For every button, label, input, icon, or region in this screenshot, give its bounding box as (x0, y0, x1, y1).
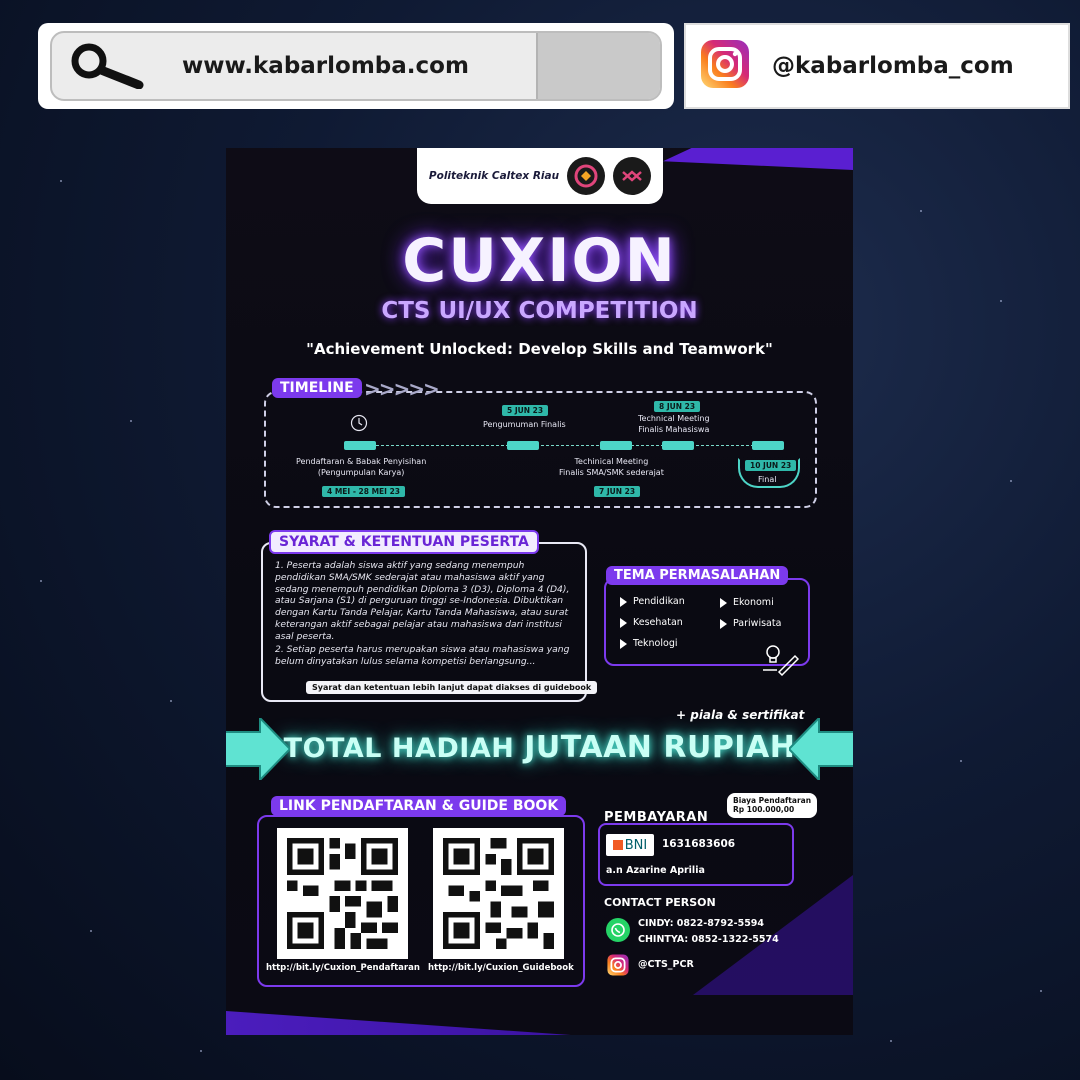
link-pendaftaran[interactable]: http://bit.ly/Cuxion_Pendaftaran (266, 963, 420, 973)
instagram-handle[interactable]: @kabarlomba_com (772, 53, 1014, 79)
play-bullet-icon (620, 617, 627, 628)
requirement-item: 1. Peserta adalah siswa aktif yang sedan… (275, 560, 570, 642)
lightbulb-pencil-icon (761, 642, 800, 680)
timeline-event-label: Pengumuman Finalis (483, 420, 566, 429)
timeline-date: 8 JUN 23 (654, 401, 701, 412)
account-number: 1631683606 (662, 838, 736, 850)
arrow-left-icon (787, 715, 853, 784)
qr-code-guidebook[interactable] (433, 828, 564, 959)
fee-badge: Biaya Pendaftaran Rp 100.000,00 (727, 793, 818, 818)
account-name: a.n Azarine Aprilia (606, 865, 705, 876)
timeline-date: 5 JUN 23 (502, 405, 549, 416)
theme-item: Teknologi (620, 638, 678, 649)
website-search-bar[interactable]: www.kabarlomba.com (38, 23, 674, 109)
timeline-track (346, 445, 784, 446)
payment-heading: PEMBAYARAN (604, 810, 709, 825)
requirements-note: Syarat dan ketentuan lebih lanjut dapat … (306, 681, 598, 694)
timeline-event-label: Pendaftaran & Babak Penyisihan (Pengumpu… (296, 457, 427, 477)
timeline-date: 4 MEI - 28 MEI 23 (322, 486, 406, 497)
clock-icon (350, 414, 368, 436)
links-heading: LINK PENDAFTARAN & GUIDE BOOK (271, 796, 567, 816)
chevron-arrows-icon: >>>>> (364, 377, 440, 401)
contact-instagram: @CTS_PCR (638, 959, 694, 970)
requirements-box: 1. Peserta adalah siswa aktif yang sedan… (261, 542, 587, 702)
timeline-event-label: Techinical Meeting Finalis SMA/SMK seder… (559, 457, 664, 477)
contact-heading: CONTACT PERSON (604, 896, 716, 909)
theme-item: Kesehatan (620, 617, 683, 628)
instagram-icon (607, 954, 629, 980)
bni-logo-icon: BNI (606, 834, 654, 856)
play-bullet-icon (720, 597, 727, 608)
search-field-frame: www.kabarlomba.com (50, 31, 662, 101)
requirements-heading: SYARAT & KETENTUAN PESERTA (269, 530, 539, 554)
event-tagline: "Achievement Unlocked: Develop Skills an… (306, 340, 773, 358)
theme-heading: TEMA PERMASALAHAN (606, 566, 789, 585)
prize-extra: + piala & sertifikat (676, 708, 805, 722)
cuxion-logo-icon (613, 157, 652, 195)
play-bullet-icon (620, 596, 627, 607)
search-button[interactable] (536, 33, 660, 99)
qr-code-pendaftaran[interactable] (277, 828, 408, 959)
timeline-marker (752, 441, 784, 450)
contact-person-2: CHINTYA: 0852-1322-5574 (638, 934, 779, 945)
instagram-bar[interactable]: @kabarlomba_com (684, 23, 1070, 109)
decor-shape (663, 148, 853, 170)
website-url[interactable]: www.kabarlomba.com (162, 53, 536, 79)
whatsapp-icon (606, 918, 630, 942)
timeline-marker (344, 441, 376, 450)
final-laurel-icon (738, 458, 800, 488)
theme-item: Pendidikan (620, 596, 685, 607)
magnifier-icon (52, 43, 162, 89)
competition-poster: Politeknik Caltex Riau CUXION CTS UI/UX … (226, 148, 853, 1035)
timeline-event-label: Technical Meeting Finalis Mahasiswa (638, 414, 710, 434)
timeline-date: 7 JUN 23 (594, 486, 641, 497)
institution-logo-strip: Politeknik Caltex Riau (417, 148, 663, 204)
event-subtitle: CTS UI/UX COMPETITION (381, 298, 698, 324)
decor-shape (226, 1011, 571, 1035)
institution-name: Politeknik Caltex Riau (428, 170, 560, 182)
theme-item: Pariwisata (720, 618, 781, 629)
theme-item: Ekonomi (720, 597, 774, 608)
instagram-icon (700, 39, 750, 93)
arrow-right-icon (226, 715, 292, 784)
link-guidebook[interactable]: http://bit.ly/Cuxion_Guidebook (428, 963, 574, 973)
timeline-marker (507, 441, 539, 450)
requirement-item: 2. Setiap peserta harus merupakan siswa … (275, 644, 570, 668)
timeline-marker (600, 441, 632, 450)
cts-logo-icon (567, 157, 606, 195)
play-bullet-icon (720, 618, 727, 629)
event-brand-title: CUXION (402, 226, 677, 296)
requirements-list: 1. Peserta adalah siswa aktif yang sedan… (273, 560, 575, 668)
timeline-marker (662, 441, 694, 450)
play-bullet-icon (620, 638, 627, 649)
contact-person-1: CINDY: 0822-8792-5594 (638, 918, 765, 929)
timeline-heading: TIMELINE (272, 378, 362, 398)
prize-banner: TOTAL HADIAH JUTAAN RUPIAH (283, 730, 796, 765)
